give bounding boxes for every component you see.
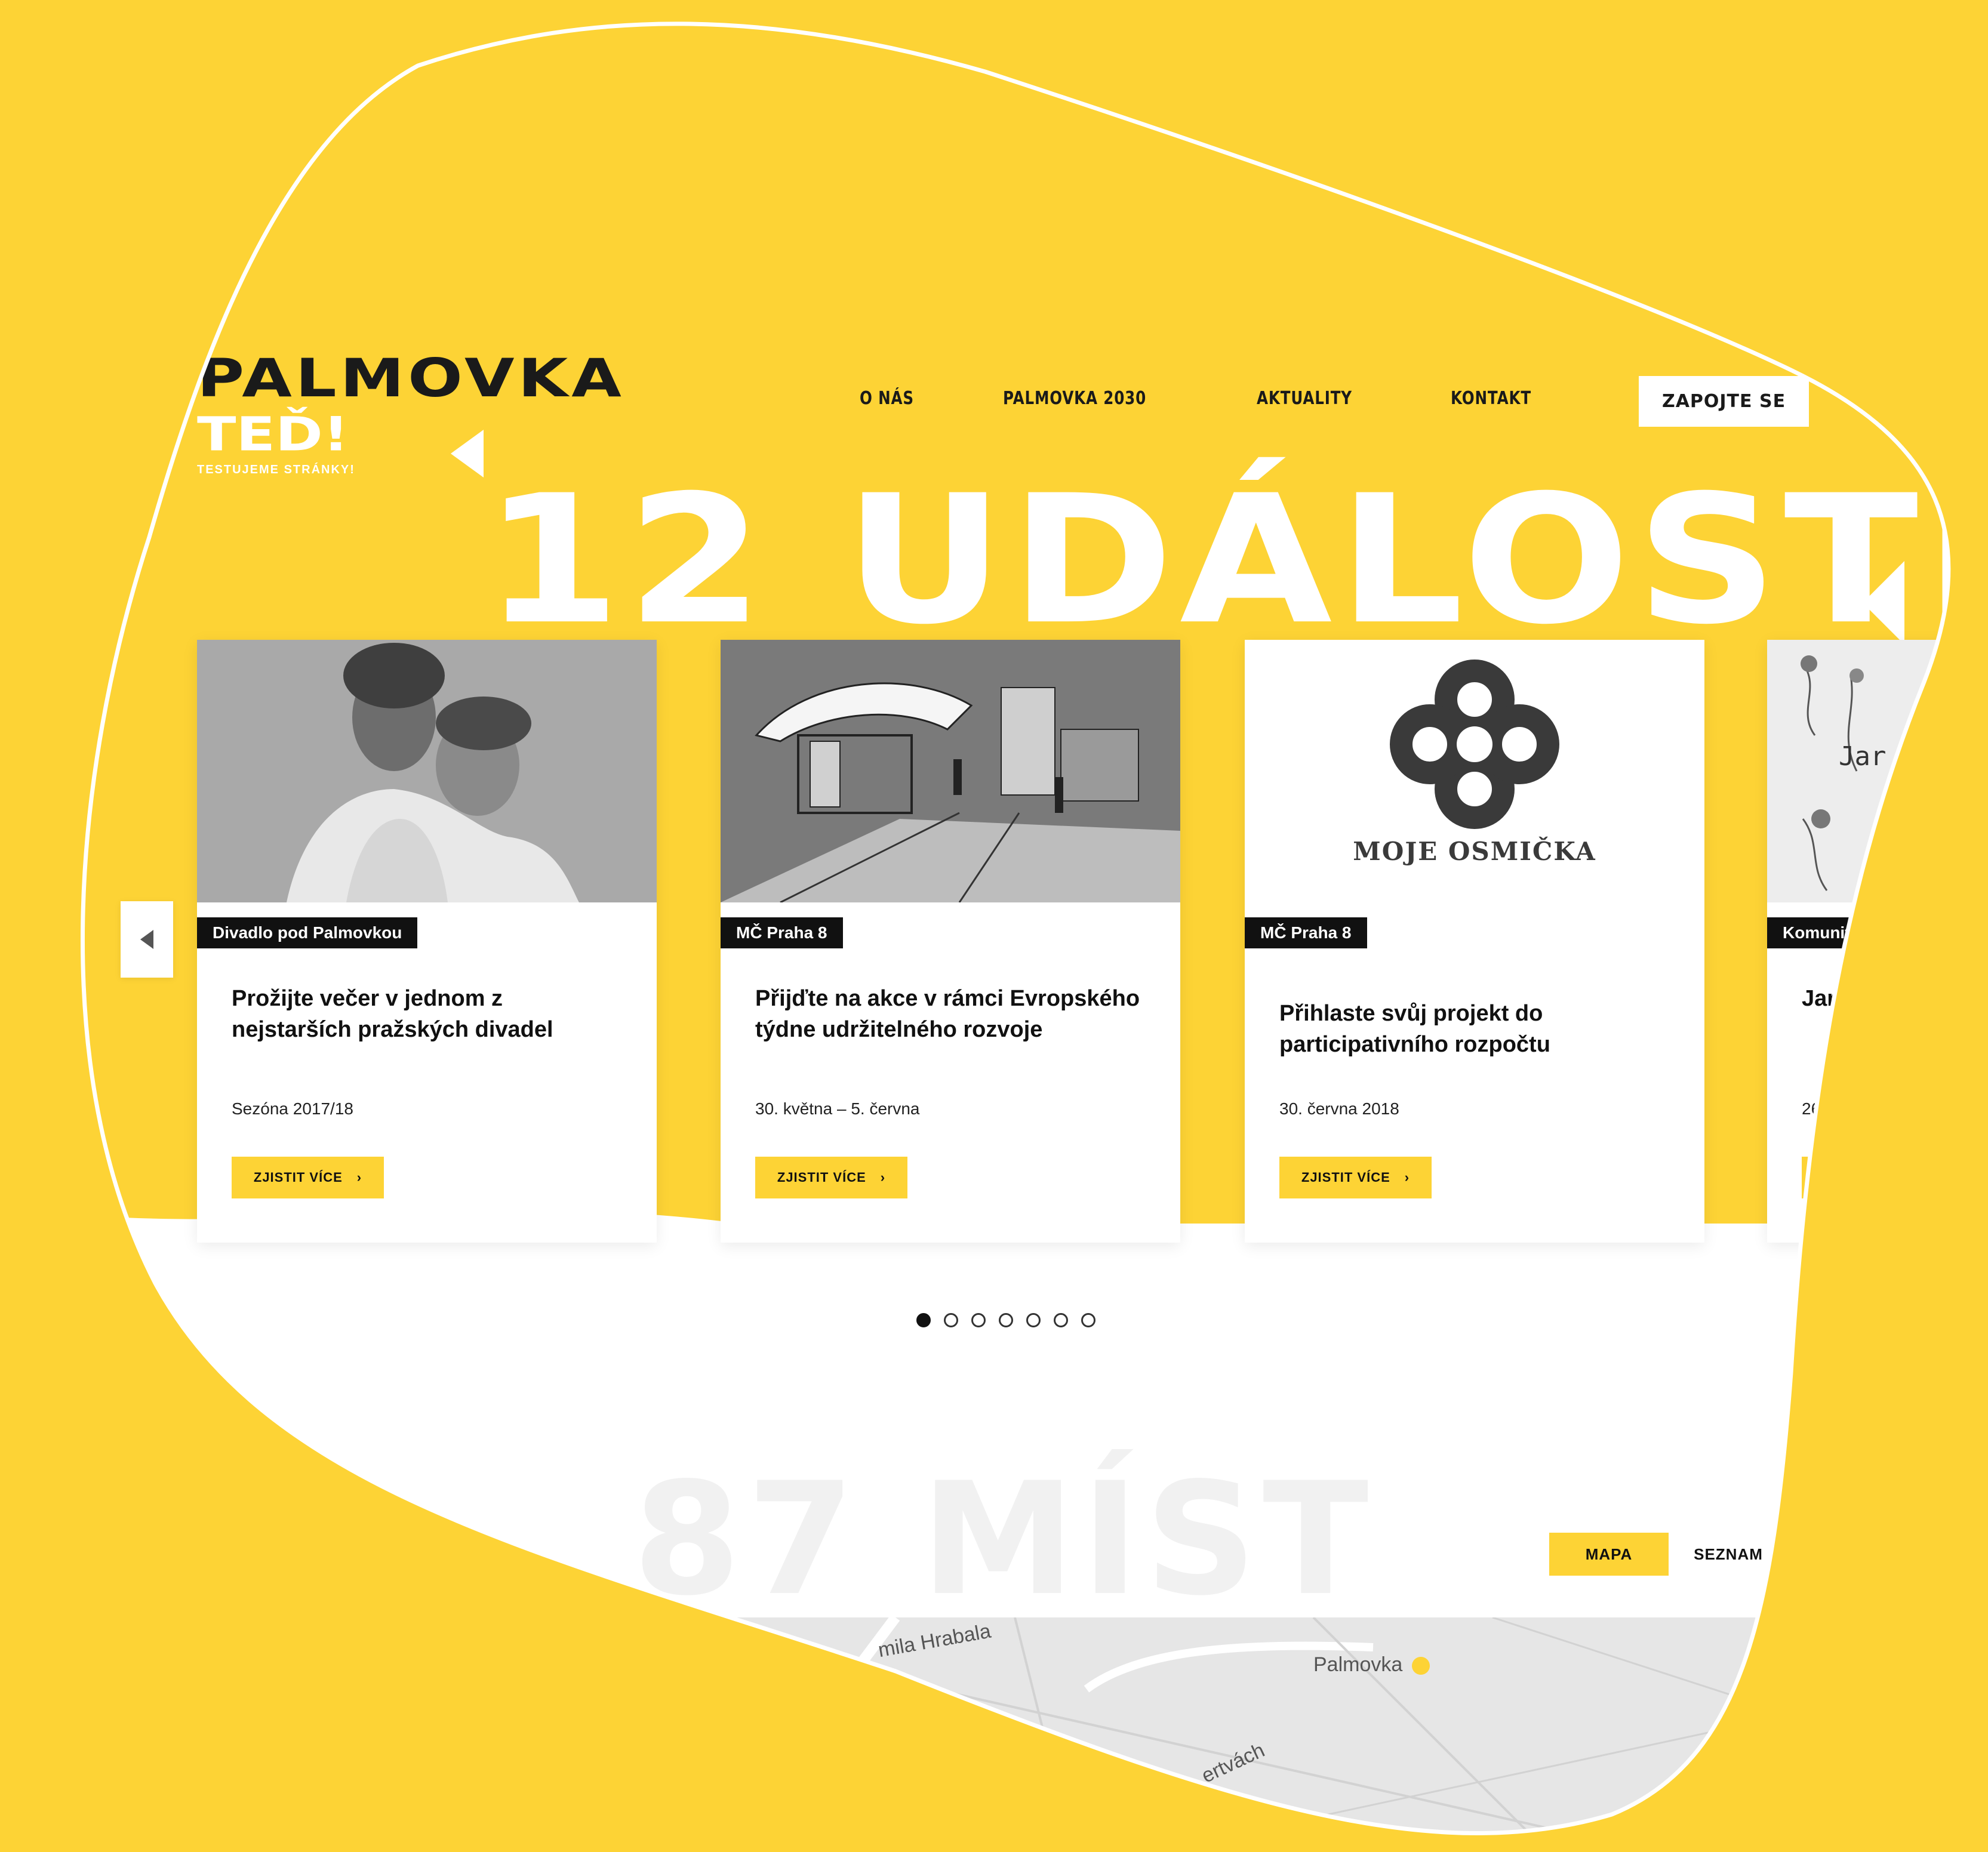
- event-category-tag: MČ Praha 8: [721, 917, 843, 948]
- event-category-tag: Divadlo pod Palmovkou: [197, 917, 417, 948]
- more-info-button[interactable]: ZJISTIT VÍCE ›: [1279, 1157, 1432, 1198]
- pagination-dot[interactable]: [971, 1313, 986, 1327]
- event-botanical-image: Jar: [1767, 640, 1988, 902]
- nav-item-o-nas[interactable]: O NÁS: [860, 388, 914, 409]
- pagination-dot[interactable]: [999, 1313, 1013, 1327]
- more-info-button[interactable]: [1802, 1157, 1838, 1198]
- more-info-label: ZJISTIT VÍCE: [1301, 1170, 1390, 1185]
- event-title: Přijďte na akce v rámci Evropského týdne…: [755, 986, 1140, 1042]
- event-category-tag: MČ Praha 8: [1245, 917, 1367, 948]
- chevron-right-icon: ›: [356, 1170, 362, 1185]
- chevron-left-icon: [140, 930, 153, 949]
- event-date: 26: [1802, 1099, 1821, 1118]
- map-view-button[interactable]: MAPA: [1549, 1533, 1669, 1576]
- carousel-prev-button[interactable]: [121, 901, 173, 978]
- event-title: Přihlaste svůj projekt do participativní…: [1279, 1001, 1550, 1057]
- more-info-button[interactable]: ZJISTIT VÍCE ›: [232, 1157, 384, 1198]
- pagination-dot[interactable]: [916, 1313, 931, 1327]
- event-photo: [197, 640, 657, 902]
- metro-icon: [1412, 1657, 1430, 1675]
- carousel-pagination: [916, 1313, 1095, 1327]
- event-card[interactable]: Divadlo pod Palmovkou Prožijte večer v j…: [197, 640, 657, 1243]
- nav-item-aktuality[interactable]: AKTUALITY: [1257, 388, 1352, 409]
- places-heading: 87 MÍST: [633, 1450, 1375, 1630]
- event-date: 30. května – 5. června: [755, 1099, 920, 1118]
- places-map[interactable]: mila Hrabala Palmovka ertvách: [0, 1617, 1988, 1852]
- botanical-image-text: Jar: [1839, 741, 1887, 772]
- moje-osmicka-logo: MOJE OSMIČKA: [1245, 640, 1704, 902]
- pagination-dot[interactable]: [944, 1313, 958, 1327]
- event-title: Jarn: [1802, 986, 1850, 1011]
- event-category-tag: Komunitn: [1767, 917, 1876, 948]
- chevron-right-icon: ›: [880, 1170, 886, 1185]
- map-station-label: Palmovka: [1313, 1653, 1430, 1677]
- decorative-blob-frame: 12 UDÁLOSTÍ PALMOVKA TEĎ! TESTUJEME STRÁ…: [0, 0, 1988, 1852]
- pagination-dot[interactable]: [1081, 1313, 1095, 1327]
- logo-sub-text: TEĎ!: [197, 406, 349, 462]
- more-info-label: ZJISTIT VÍCE: [253, 1170, 343, 1185]
- event-card[interactable]: MČ Praha 8 Přijďte na akce v rámci Evrop…: [721, 640, 1180, 1243]
- map-station-name: Palmovka: [1313, 1653, 1403, 1676]
- pagination-dot[interactable]: [1054, 1313, 1068, 1327]
- logo-main-text: PALMOVKA: [197, 347, 625, 409]
- website-screenshot: 12 UDÁLOSTÍ PALMOVKA TEĎ! TESTUJEME STRÁ…: [0, 0, 1988, 1852]
- map-view-toggle: MAPA SEZNAM: [1549, 1533, 1788, 1576]
- events-heading: 12 UDÁLOSTÍ: [484, 457, 1988, 664]
- event-date: 30. června 2018: [1279, 1099, 1399, 1118]
- pagination-dot[interactable]: [1026, 1313, 1041, 1327]
- moje-osmicka-text: MOJE OSMIČKA: [1353, 837, 1596, 866]
- event-card[interactable]: MOJE OSMIČKA MČ Praha 8 Přihlaste svůj p…: [1245, 640, 1704, 1243]
- list-view-button[interactable]: SEZNAM: [1669, 1533, 1788, 1576]
- logo-tagline: TESTUJEME STRÁNKY!: [197, 463, 355, 476]
- join-button[interactable]: ZAPOJTE SE: [1639, 376, 1809, 427]
- event-card[interactable]: Jar Komunitn Jarn 26: [1767, 640, 1988, 1243]
- logo-arrow-icon: [451, 430, 484, 477]
- event-date: Sezóna 2017/18: [232, 1099, 353, 1118]
- site-logo[interactable]: PALMOVKA TEĎ! TESTUJEME STRÁNKY!: [197, 352, 625, 477]
- chevron-right-icon: ›: [1404, 1170, 1410, 1185]
- more-info-button[interactable]: ZJISTIT VÍCE ›: [755, 1157, 907, 1198]
- nav-item-palmovka-2030[interactable]: PALMOVKA 2030: [1003, 388, 1146, 409]
- decorative-chevron-icon: [1863, 561, 1904, 645]
- event-illustration: [721, 640, 1180, 902]
- nav-item-kontakt[interactable]: KONTAKT: [1451, 388, 1531, 409]
- event-title: Prožijte večer v jednom z nejstarších pr…: [232, 986, 553, 1042]
- more-info-label: ZJISTIT VÍCE: [777, 1170, 866, 1185]
